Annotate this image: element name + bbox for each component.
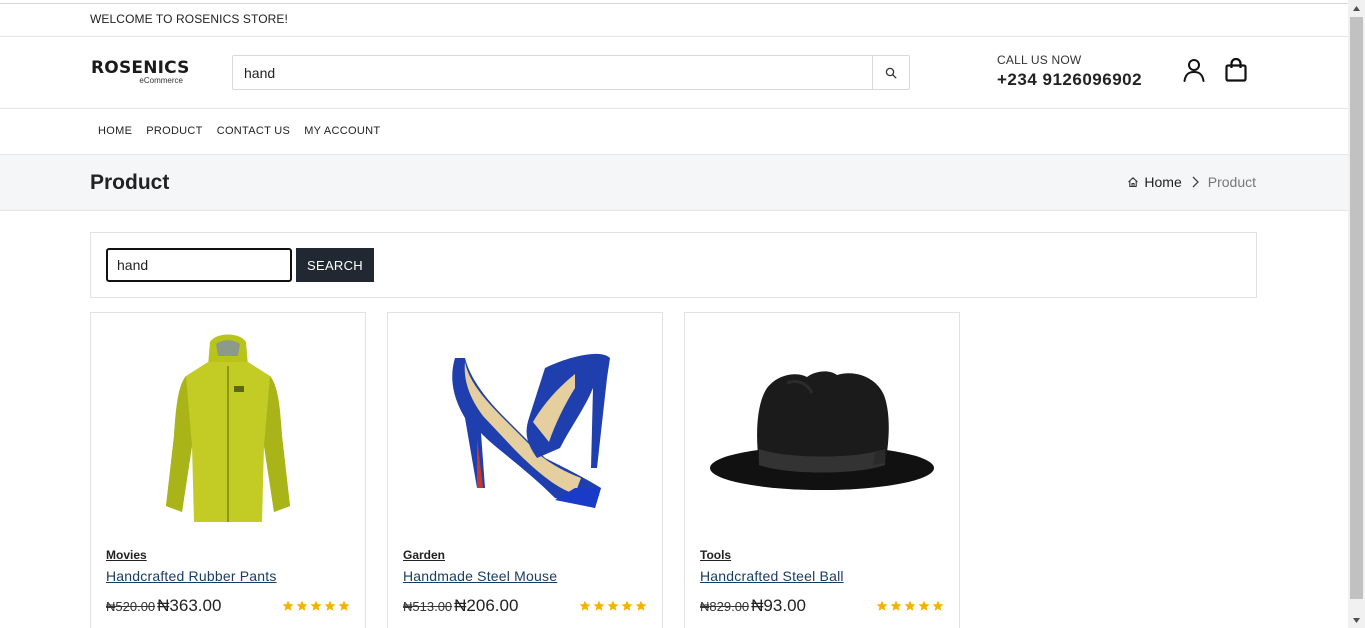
product-price: ₦93.00: [751, 596, 806, 615]
star-icon: [635, 600, 647, 611]
star-icon: [607, 600, 619, 611]
breadcrumb: Home Product: [1127, 174, 1256, 190]
scroll-up-arrow[interactable]: [1348, 0, 1365, 16]
nav-my-account[interactable]: MY ACCOUNT: [304, 125, 380, 137]
star-icon: [904, 600, 916, 611]
header-search: [232, 55, 910, 90]
call-us: CALL US NOW +234 9126096902: [997, 53, 1142, 90]
product-category[interactable]: Tools: [700, 548, 731, 562]
scrollbar-thumb[interactable]: [1350, 17, 1363, 599]
nav-home[interactable]: HOME: [98, 125, 132, 137]
product-old-price: ₦520.00: [106, 599, 156, 614]
page-title: Product: [90, 171, 170, 194]
product-price: ₦206.00: [454, 596, 519, 615]
shopping-bag-icon[interactable]: [1223, 57, 1249, 83]
breadcrumb-current: Product: [1207, 174, 1256, 190]
scroll-down-arrow[interactable]: [1348, 612, 1365, 628]
vertical-scrollbar[interactable]: [1348, 0, 1365, 628]
star-icon: [593, 600, 605, 611]
product-name[interactable]: Handmade Steel Mouse: [403, 568, 557, 584]
star-icon: [338, 600, 350, 611]
welcome-text: WELCOME TO ROSENICS STORE!: [90, 12, 288, 26]
phone-number[interactable]: +234 9126096902: [997, 70, 1142, 90]
product-old-price: ₦513.00: [403, 599, 453, 614]
star-icon: [890, 600, 902, 611]
home-icon: [1128, 177, 1139, 188]
product-card[interactable]: Tools Handcrafted Steel Ball ₦829.00 ₦93…: [684, 312, 960, 628]
user-icon[interactable]: [1181, 57, 1207, 83]
search-button[interactable]: SEARCH: [296, 248, 374, 282]
logo-sub-text: eCommerce: [139, 76, 183, 85]
star-icon: [876, 600, 888, 611]
header-search-input[interactable]: [233, 56, 872, 89]
search-icon: [885, 67, 897, 78]
product-prices: ₦520.00 ₦363.00: [106, 596, 221, 616]
product-rating: [282, 600, 350, 612]
star-icon: [932, 600, 944, 611]
product-card[interactable]: Garden Handmade Steel Mouse ₦513.00 ₦206…: [387, 312, 663, 628]
product-old-price: ₦829.00: [700, 599, 750, 614]
page-title-bar: Product Home Product: [0, 155, 1348, 211]
product-image-heels[interactable]: [388, 313, 662, 543]
logo[interactable]: ROSENICS eCommerce: [91, 59, 191, 85]
product-search-box: SEARCH: [90, 232, 1257, 298]
breadcrumb-home-label: Home: [1144, 174, 1182, 190]
chevron-right-icon: [1192, 176, 1199, 188]
call-label: CALL US NOW: [997, 53, 1082, 67]
logo-main-text: ROSENICS: [91, 58, 190, 78]
product-prices: ₦829.00 ₦93.00: [700, 596, 806, 616]
nav-contact-us[interactable]: CONTACT US: [217, 125, 291, 137]
page: WELCOME TO ROSENICS STORE! ROSENICS eCom…: [0, 0, 1348, 628]
product-category[interactable]: Garden: [403, 548, 445, 562]
product-name[interactable]: Handcrafted Steel Ball: [700, 568, 844, 584]
product-card[interactable]: Movies Handcrafted Rubber Pants ₦520.00 …: [90, 312, 366, 628]
product-name[interactable]: Handcrafted Rubber Pants: [106, 568, 277, 584]
breadcrumb-home[interactable]: Home: [1127, 174, 1182, 190]
nav-product[interactable]: PRODUCT: [146, 125, 203, 137]
product-prices: ₦513.00 ₦206.00: [403, 596, 518, 616]
star-icon: [579, 600, 591, 611]
star-icon: [324, 600, 336, 611]
product-rating: [876, 600, 944, 612]
product-image-hat[interactable]: [685, 313, 959, 543]
star-icon: [310, 600, 322, 611]
product-image-jacket[interactable]: [91, 313, 365, 543]
star-icon: [282, 600, 294, 611]
site-header: ROSENICS eCommerce CALL US NOW +234 9126…: [0, 37, 1348, 109]
main-nav: HOME PRODUCT CONTACT US MY ACCOUNT: [0, 109, 1348, 155]
star-icon: [621, 600, 633, 611]
product-category[interactable]: Movies: [106, 548, 147, 562]
top-bar: WELCOME TO ROSENICS STORE!: [0, 4, 1348, 37]
star-icon: [296, 600, 308, 611]
header-search-button[interactable]: [872, 56, 909, 89]
product-search-input[interactable]: [106, 248, 292, 282]
product-price: ₦363.00: [157, 596, 222, 615]
product-rating: [579, 600, 647, 612]
star-icon: [918, 600, 930, 611]
